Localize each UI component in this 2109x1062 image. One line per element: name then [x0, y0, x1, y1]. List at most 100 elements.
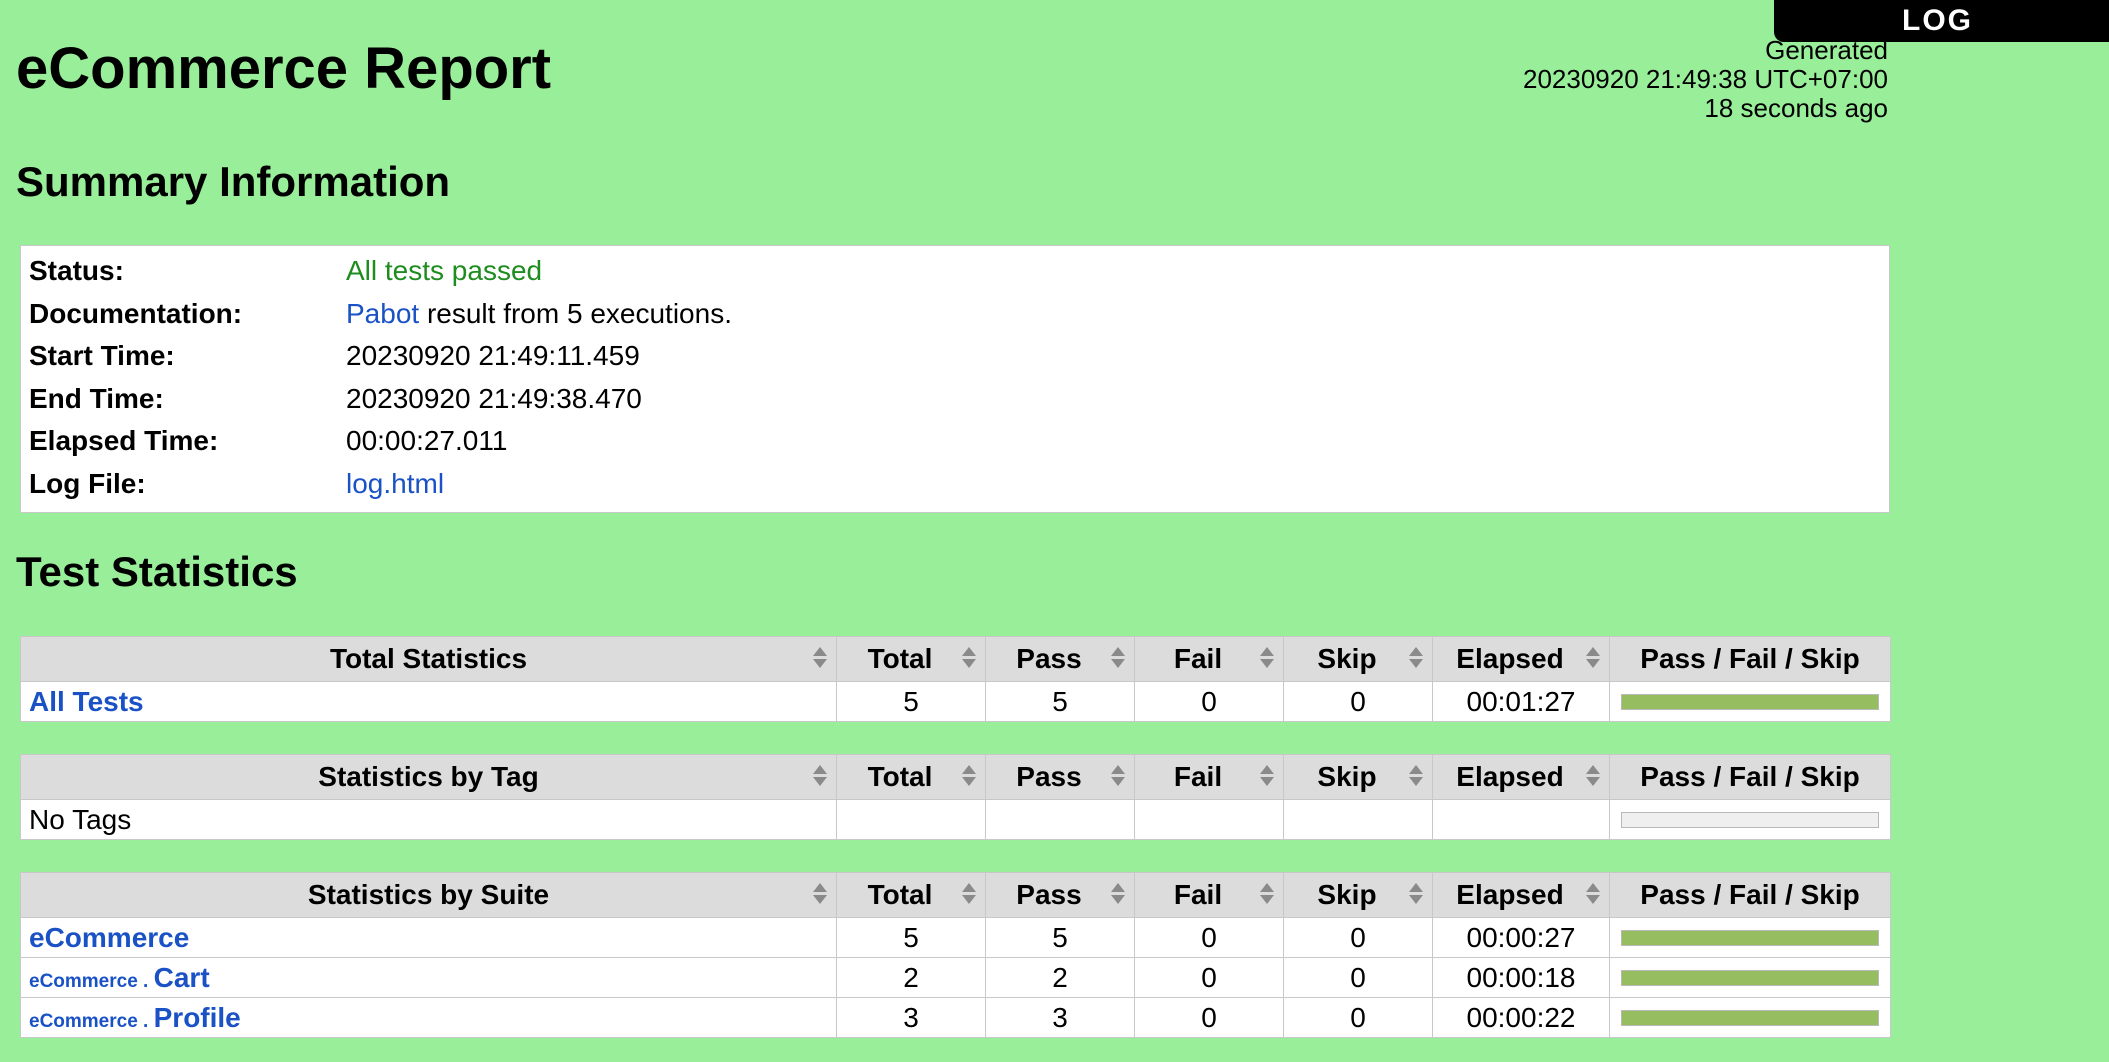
column-header-label: Pass	[1016, 879, 1081, 910]
status-value: All tests passed	[346, 255, 1889, 287]
column-header-elapsed[interactable]: Elapsed	[1433, 637, 1610, 682]
sort-icon[interactable]	[1408, 765, 1424, 789]
graph-cell	[1610, 998, 1891, 1038]
summary-row-end-time: End Time: 20230920 21:49:38.470	[21, 378, 1889, 421]
row-name-link[interactable]: Cart	[154, 962, 210, 993]
row-name-link[interactable]: eCommerce	[29, 922, 189, 953]
column-header-label: Total	[868, 761, 933, 792]
summary-row-elapsed-time: Elapsed Time: 00:00:27.011	[21, 420, 1889, 463]
column-header-total[interactable]: Total	[837, 755, 986, 800]
column-header-fail[interactable]: Fail	[1135, 873, 1284, 918]
sort-icon[interactable]	[812, 883, 828, 907]
start-time-value: 20230920 21:49:11.459	[346, 340, 1889, 372]
table-row: eCommerce . Cart220000:00:18	[21, 958, 1891, 998]
pabot-link[interactable]: Pabot	[346, 298, 419, 329]
column-header-label: Elapsed	[1456, 879, 1563, 910]
suite-statistics-header[interactable]: Statistics by Suite	[21, 873, 837, 918]
sort-icon[interactable]	[961, 647, 977, 671]
column-header-label: Elapsed	[1456, 761, 1563, 792]
pass-bar-fill	[1622, 695, 1878, 709]
log-file-label: Log File:	[21, 468, 346, 500]
pass-fail-skip-bar	[1621, 970, 1879, 986]
column-header-fail[interactable]: Fail	[1135, 755, 1284, 800]
sort-icon[interactable]	[1259, 883, 1275, 907]
column-header-label: Skip	[1317, 879, 1376, 910]
column-header-graph: Pass / Fail / Skip	[1610, 873, 1891, 918]
pass-cell: 3	[986, 998, 1135, 1038]
tag-statistics-table: Statistics by Tag Total PassFail Skip Elapse…	[20, 754, 1891, 840]
column-header-label: Skip	[1317, 643, 1376, 674]
elapsed-time-value: 00:00:27.011	[346, 425, 1889, 457]
summary-table: Status: All tests passed Documentation: …	[20, 245, 1890, 513]
column-header-label: Skip	[1317, 761, 1376, 792]
column-header-fail[interactable]: Fail	[1135, 637, 1284, 682]
column-header-elapsed[interactable]: Elapsed	[1433, 873, 1610, 918]
sort-icon[interactable]	[1110, 765, 1126, 789]
column-header-graph: Pass / Fail / Skip	[1610, 755, 1891, 800]
sort-icon[interactable]	[1110, 647, 1126, 671]
sort-icon[interactable]	[961, 765, 977, 789]
parent-suite-link[interactable]: eCommerce .	[29, 1011, 154, 1032]
row-name-cell: eCommerce . Cart	[21, 958, 837, 998]
row-name-link[interactable]: Profile	[154, 1002, 241, 1033]
sort-icon[interactable]	[812, 765, 828, 789]
column-header-pass[interactable]: Pass	[986, 873, 1135, 918]
sort-icon[interactable]	[1259, 647, 1275, 671]
log-file-link[interactable]: log.html	[346, 468, 444, 499]
end-time-label: End Time:	[21, 383, 346, 415]
sort-icon[interactable]	[1408, 647, 1424, 671]
column-header-pass[interactable]: Pass	[986, 755, 1135, 800]
pass-fail-skip-bar	[1621, 930, 1879, 946]
column-header-skip[interactable]: Skip	[1284, 755, 1433, 800]
pass-cell	[986, 800, 1135, 840]
column-header-pass[interactable]: Pass	[986, 637, 1135, 682]
elapsed-time-label: Elapsed Time:	[21, 425, 346, 457]
column-header-total[interactable]: Total	[837, 873, 986, 918]
parent-suite-link[interactable]: eCommerce .	[29, 971, 154, 992]
suite-statistics-table: Statistics by Suite Total Pass Fail Skip Elap…	[20, 872, 1891, 1038]
column-header-graph: Pass / Fail / Skip	[1610, 637, 1891, 682]
sort-icon[interactable]	[1585, 883, 1601, 907]
sort-icon[interactable]	[1259, 765, 1275, 789]
skip-cell: 0	[1284, 682, 1433, 722]
sort-icon[interactable]	[1585, 765, 1601, 789]
start-time-label: Start Time:	[21, 340, 346, 372]
total-cell: 3	[837, 998, 986, 1038]
pass-fail-skip-bar	[1621, 694, 1879, 710]
fail-cell: 0	[1135, 998, 1284, 1038]
generated-label: Generated	[1523, 36, 1888, 65]
column-header-label: Total	[868, 879, 933, 910]
total-statistics-header[interactable]: Total Statistics	[21, 637, 837, 682]
sort-icon[interactable]	[961, 883, 977, 907]
row-name-link[interactable]: All Tests	[29, 686, 144, 717]
row-name-cell: All Tests	[21, 682, 837, 722]
fail-cell: 0	[1135, 958, 1284, 998]
column-header-skip[interactable]: Skip	[1284, 873, 1433, 918]
row-name-cell: No Tags	[21, 800, 837, 840]
elapsed-cell	[1433, 800, 1610, 840]
skip-cell: 0	[1284, 998, 1433, 1038]
column-header-label: Pass	[1016, 643, 1081, 674]
row-name-cell: eCommerce . Profile	[21, 998, 837, 1038]
pass-fail-skip-bar	[1621, 1010, 1879, 1026]
sort-icon[interactable]	[1110, 883, 1126, 907]
sort-icon[interactable]	[1408, 883, 1424, 907]
generated-time: 20230920 21:49:38 UTC+07:00	[1523, 65, 1888, 94]
column-header-label: Fail	[1174, 643, 1222, 674]
column-header-skip[interactable]: Skip	[1284, 637, 1433, 682]
tag-statistics-header[interactable]: Statistics by Tag	[21, 755, 837, 800]
pass-bar-fill	[1622, 971, 1878, 985]
column-header-total[interactable]: Total	[837, 637, 986, 682]
skip-cell	[1284, 800, 1433, 840]
total-cell: 2	[837, 958, 986, 998]
fail-cell	[1135, 800, 1284, 840]
generated-ago: 18 seconds ago	[1523, 94, 1888, 123]
total-cell: 5	[837, 682, 986, 722]
graph-cell	[1610, 958, 1891, 998]
sort-icon[interactable]	[1585, 647, 1601, 671]
column-header-elapsed[interactable]: Elapsed	[1433, 755, 1610, 800]
column-header-label: Elapsed	[1456, 643, 1563, 674]
total-statistics-table: Total StatisticsTotal Pass Fail Skip Elapsed…	[20, 636, 1891, 722]
table-row: eCommerce . Profile330000:00:22	[21, 998, 1891, 1038]
sort-icon[interactable]	[812, 647, 828, 671]
